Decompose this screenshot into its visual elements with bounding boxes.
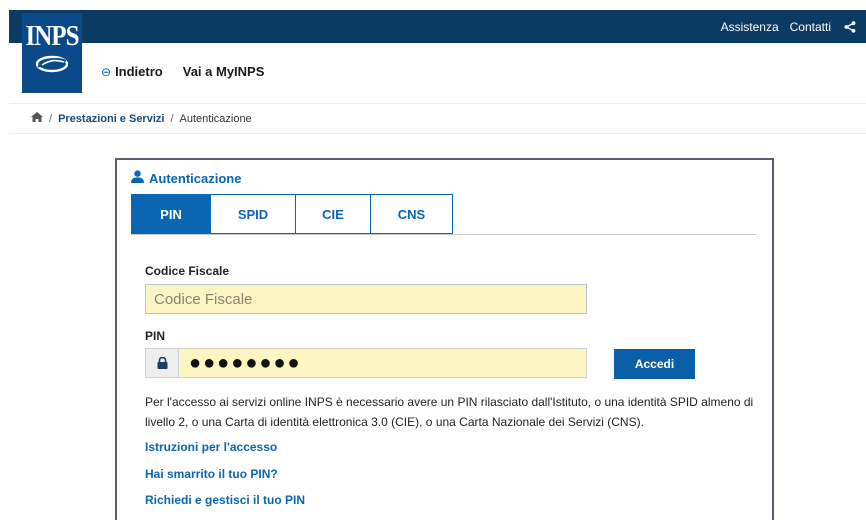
logo-text: INPS [25, 20, 80, 53]
breadcrumb-prestazioni[interactable]: Prestazioni e Servizi [58, 113, 164, 125]
tab-cie[interactable]: CIE [296, 194, 371, 234]
pin-input[interactable] [179, 349, 586, 377]
logo-swoosh-icon [35, 55, 69, 73]
info-text: Per l'accesso ai servizi online INPS è n… [145, 395, 754, 429]
smarrito-pin-link[interactable]: Hai smarrito il tuo PIN? [145, 467, 278, 481]
tab-pin[interactable]: PIN [131, 194, 211, 234]
accedi-button[interactable]: Accedi [614, 349, 695, 379]
contatti-link[interactable]: Contatti [790, 20, 831, 34]
myinps-link[interactable]: Vai a MyINPS [183, 64, 265, 79]
user-icon [131, 170, 144, 186]
top-bar: Assistenza Contatti [9, 10, 866, 43]
codice-fiscale-label: Codice Fiscale [145, 264, 230, 278]
assistenza-link[interactable]: Assistenza [721, 20, 779, 34]
pin-field [145, 348, 587, 378]
breadcrumb-separator: / [170, 112, 174, 125]
auth-panel: Autenticazione PIN SPID CIE CNS Codice F… [115, 158, 774, 520]
panel-title-text: Autenticazione [149, 170, 242, 186]
tab-underline [131, 234, 756, 235]
back-circle-icon: ⊖ [101, 64, 112, 79]
home-icon[interactable] [31, 112, 43, 125]
back-button[interactable]: ⊖ Indietro [101, 64, 163, 79]
breadcrumb-divider [9, 133, 866, 134]
inps-logo[interactable]: INPS [22, 13, 82, 93]
richiedi-pin-link[interactable]: Richiedi e gestisci il tuo PIN [145, 493, 305, 507]
tab-cns[interactable]: CNS [371, 194, 453, 234]
top-links: Assistenza Contatti [721, 10, 856, 43]
breadcrumb-separator: / [49, 112, 53, 125]
codice-fiscale-input[interactable] [145, 284, 587, 314]
auth-tabs: PIN SPID CIE CNS [131, 194, 453, 234]
back-label: Indietro [115, 64, 163, 79]
breadcrumb: / Prestazioni e Servizi / Autenticazione [31, 112, 252, 125]
tab-spid[interactable]: SPID [211, 194, 296, 234]
istruzioni-link[interactable]: Istruzioni per l'accesso [145, 440, 277, 454]
header-divider [9, 103, 866, 104]
panel-title: Autenticazione [131, 170, 241, 186]
share-icon[interactable] [844, 20, 856, 33]
pin-label: PIN [145, 329, 166, 343]
breadcrumb-current: Autenticazione [179, 112, 252, 125]
main-nav: ⊖ Indietro Vai a MyINPS [101, 64, 264, 79]
lock-icon [146, 349, 179, 377]
